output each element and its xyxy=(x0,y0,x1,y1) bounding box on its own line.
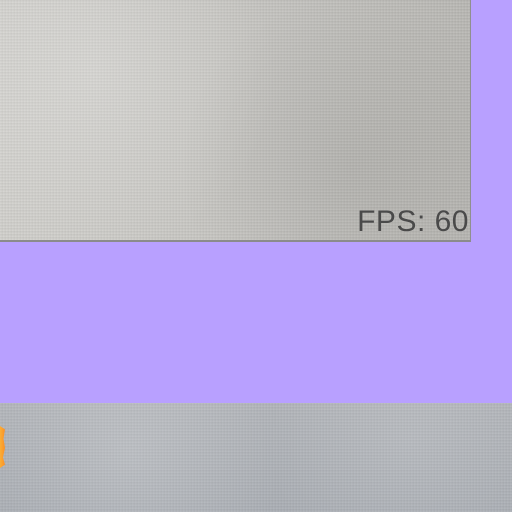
app-viewport: FPS: 60 xyxy=(0,0,512,512)
fps-counter: FPS: 60 xyxy=(357,205,469,238)
bottom-render-panel xyxy=(0,403,512,512)
top-render-panel: FPS: 60 xyxy=(0,0,471,242)
